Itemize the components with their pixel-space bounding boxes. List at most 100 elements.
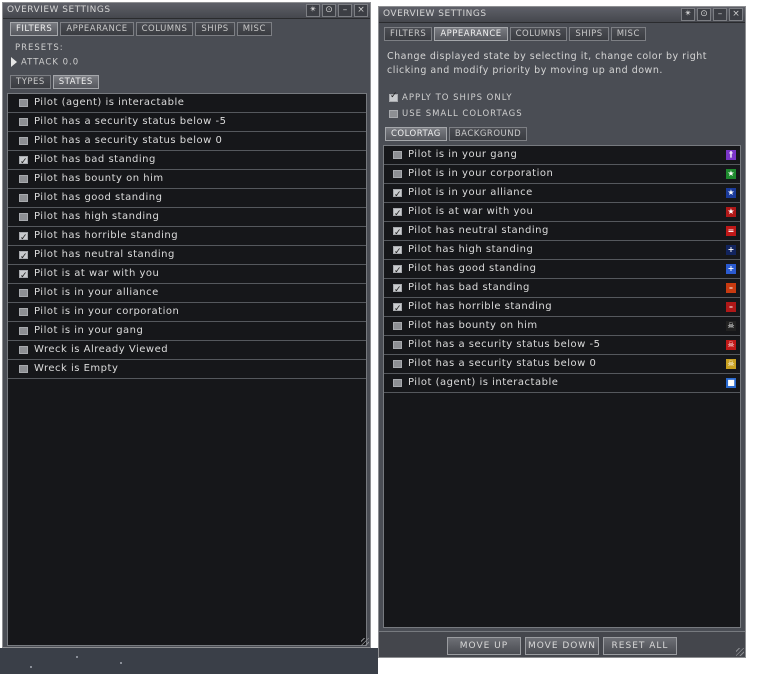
checkbox[interactable] bbox=[393, 205, 402, 223]
checkbox[interactable] bbox=[393, 243, 402, 261]
checkbox[interactable] bbox=[393, 224, 402, 242]
checkbox[interactable] bbox=[19, 346, 28, 354]
checkbox[interactable] bbox=[19, 118, 28, 126]
checkbox[interactable] bbox=[389, 109, 398, 118]
list-item[interactable]: Pilot is in your alliance ★ bbox=[384, 184, 740, 204]
pin-icon[interactable]: ✴ bbox=[681, 8, 695, 21]
checkbox[interactable] bbox=[19, 289, 28, 297]
checkbox[interactable] bbox=[19, 213, 28, 221]
checkbox[interactable] bbox=[19, 327, 28, 335]
bad-standing-icon[interactable]: – bbox=[726, 283, 736, 293]
bounty-skull-icon[interactable]: ☠ bbox=[726, 321, 736, 331]
tab-filters[interactable]: FILTERS bbox=[10, 22, 59, 36]
corporation-star-icon[interactable]: ★ bbox=[726, 169, 736, 179]
checkbox[interactable] bbox=[393, 281, 402, 299]
preset-selector[interactable]: ATTACK 0.0 bbox=[11, 57, 79, 68]
checkbox[interactable] bbox=[19, 99, 28, 107]
list-item[interactable]: Pilot has a security status below 0 ☠ bbox=[384, 355, 740, 374]
minimize-icon[interactable]: – bbox=[338, 4, 352, 17]
good-standing-icon[interactable]: + bbox=[726, 264, 736, 274]
close-icon[interactable]: × bbox=[354, 4, 368, 17]
list-item[interactable]: Pilot has a security status below -5 ☠ bbox=[384, 336, 740, 355]
option-use-small-colortags[interactable]: USE SMALL COLORTAGS bbox=[389, 109, 523, 119]
list-item[interactable]: Pilot is in your corporation bbox=[8, 303, 366, 322]
checkbox[interactable] bbox=[19, 267, 28, 285]
list-item[interactable]: Pilot (agent) is interactable ■ bbox=[384, 374, 740, 393]
agent-chat-icon[interactable]: ■ bbox=[726, 378, 736, 388]
tab-appearance[interactable]: APPEARANCE bbox=[434, 27, 508, 41]
tab-columns[interactable]: COLUMNS bbox=[509, 27, 568, 41]
checkbox[interactable] bbox=[393, 322, 402, 330]
checkbox[interactable] bbox=[393, 170, 402, 178]
list-item[interactable]: Pilot has bounty on him ☠ bbox=[384, 317, 740, 336]
tab-ships[interactable]: SHIPS bbox=[195, 22, 235, 36]
move-up-button[interactable]: MOVE UP bbox=[447, 637, 521, 655]
list-item[interactable]: Pilot has good standing + bbox=[384, 260, 740, 280]
tab-types[interactable]: TYPES bbox=[10, 75, 51, 89]
list-item[interactable]: Pilot is at war with you ★ bbox=[384, 203, 740, 223]
checkbox[interactable] bbox=[393, 341, 402, 349]
move-down-button[interactable]: MOVE DOWN bbox=[525, 637, 599, 655]
titlebar[interactable]: OVERVIEW SETTINGS ✴ ⊙ – × bbox=[3, 3, 370, 19]
list-item[interactable]: Pilot has bounty on him bbox=[8, 170, 366, 189]
checkbox[interactable] bbox=[19, 308, 28, 316]
checkbox[interactable] bbox=[393, 379, 402, 387]
tab-colortag[interactable]: COLORTAG bbox=[385, 127, 447, 141]
checkbox[interactable] bbox=[19, 194, 28, 202]
checkbox[interactable] bbox=[19, 153, 28, 171]
list-item[interactable]: Pilot (agent) is interactable bbox=[8, 94, 366, 113]
checkbox[interactable] bbox=[19, 175, 28, 183]
list-item[interactable]: Pilot has high standing bbox=[8, 208, 366, 227]
list-item[interactable]: Pilot is in your alliance bbox=[8, 284, 366, 303]
list-item[interactable]: Wreck is Already Viewed bbox=[8, 341, 366, 360]
tab-columns[interactable]: COLUMNS bbox=[135, 22, 194, 36]
checkbox[interactable] bbox=[393, 360, 402, 368]
list-item[interactable]: Pilot is in your corporation ★ bbox=[384, 165, 740, 184]
close-icon[interactable]: × bbox=[729, 8, 743, 21]
checkbox[interactable] bbox=[389, 91, 399, 102]
tab-misc[interactable]: MISC bbox=[236, 22, 272, 36]
war-star-icon[interactable]: ★ bbox=[726, 207, 736, 217]
list-item[interactable]: Pilot has neutral standing = bbox=[384, 222, 740, 242]
minimize-icon[interactable]: – bbox=[713, 8, 727, 21]
list-item[interactable]: Pilot has a security status below -5 bbox=[8, 113, 366, 132]
list-item[interactable]: Wreck is Empty bbox=[8, 360, 366, 379]
tab-ships[interactable]: SHIPS bbox=[569, 27, 609, 41]
gang-icon[interactable]: † bbox=[726, 150, 736, 160]
pin-icon[interactable]: ✴ bbox=[306, 4, 320, 17]
high-standing-icon[interactable]: + bbox=[726, 245, 736, 255]
security-skull-red-icon[interactable]: ☠ bbox=[726, 340, 736, 350]
target-icon[interactable]: ⊙ bbox=[322, 4, 336, 17]
checkbox[interactable] bbox=[393, 300, 402, 318]
checkbox[interactable] bbox=[19, 365, 28, 373]
list-item[interactable]: Pilot has bad standing – bbox=[384, 279, 740, 299]
checkbox[interactable] bbox=[393, 151, 402, 159]
checkbox[interactable] bbox=[19, 229, 28, 247]
list-item[interactable]: Pilot has neutral standing bbox=[8, 246, 366, 266]
tab-misc[interactable]: MISC bbox=[610, 27, 646, 41]
tab-states[interactable]: STATES bbox=[52, 75, 99, 89]
target-icon[interactable]: ⊙ bbox=[697, 8, 711, 21]
tab-appearance[interactable]: APPEARANCE bbox=[60, 22, 134, 36]
option-apply-to-ships-only[interactable]: APPLY TO SHIPS ONLY bbox=[389, 91, 513, 103]
list-item[interactable]: Pilot has a security status below 0 bbox=[8, 132, 366, 151]
resize-grip-icon[interactable] bbox=[736, 648, 744, 656]
tab-filters[interactable]: FILTERS bbox=[384, 27, 433, 41]
security-skull-yellow-icon[interactable]: ☠ bbox=[726, 359, 736, 369]
alliance-star-icon[interactable]: ★ bbox=[726, 188, 736, 198]
checkbox[interactable] bbox=[19, 137, 28, 145]
reset-all-button[interactable]: RESET ALL bbox=[603, 637, 677, 655]
checkbox[interactable] bbox=[393, 262, 402, 280]
list-item[interactable]: Pilot is in your gang † bbox=[384, 146, 740, 165]
tab-background[interactable]: BACKGROUND bbox=[448, 127, 528, 141]
list-item[interactable]: Pilot has good standing bbox=[8, 189, 366, 208]
list-item[interactable]: Pilot has high standing + bbox=[384, 241, 740, 261]
list-item[interactable]: Pilot has horrible standing – bbox=[384, 298, 740, 318]
list-item[interactable]: Pilot is at war with you bbox=[8, 265, 366, 285]
horrible-standing-icon[interactable]: – bbox=[726, 302, 736, 312]
neutral-icon[interactable]: = bbox=[726, 226, 736, 236]
checkbox[interactable] bbox=[393, 186, 402, 204]
titlebar[interactable]: OVERVIEW SETTINGS ✴ ⊙ – × bbox=[379, 7, 745, 23]
list-item[interactable]: Pilot has horrible standing bbox=[8, 227, 366, 247]
checkbox[interactable] bbox=[19, 248, 28, 266]
